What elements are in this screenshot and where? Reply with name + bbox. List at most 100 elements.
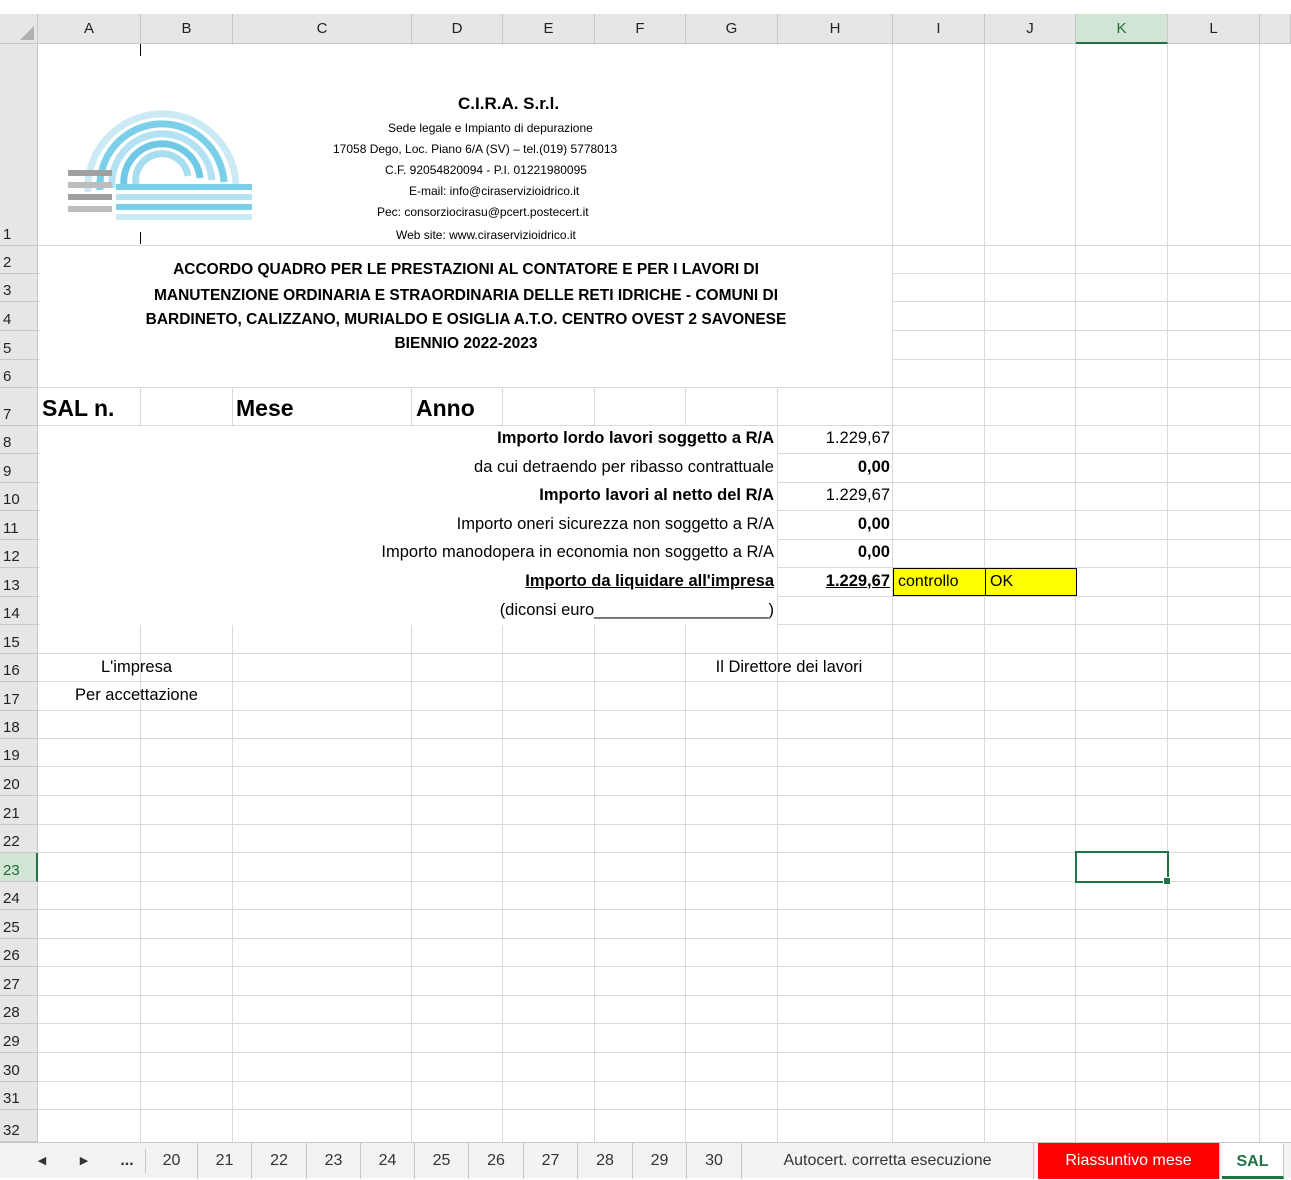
row-header-26[interactable]: 26 xyxy=(0,939,38,967)
row-header-6[interactable]: 6 xyxy=(0,360,38,388)
sheet-tab-23[interactable]: 23 xyxy=(307,1143,361,1179)
row-header-24[interactable]: 24 xyxy=(0,882,38,910)
company-signature-label: L'impresa xyxy=(100,658,172,676)
grid-line-horizontal xyxy=(38,1109,1291,1110)
sheet-tab-22[interactable]: 22 xyxy=(252,1143,307,1179)
row-header-25[interactable]: 25 xyxy=(0,910,38,939)
grid-line-vertical xyxy=(1167,44,1168,1142)
spreadsheet-grid[interactable]: C.I.R.A. S.r.l. Sede legale e Impianto d… xyxy=(0,0,1291,1142)
row-header-1[interactable]: 1 xyxy=(0,44,38,246)
row-header-23[interactable]: 23 xyxy=(0,853,38,882)
title-line-3: BARDINETO, CALIZZANO, MURIALDO E OSIGLIA… xyxy=(145,311,787,328)
row-header-17[interactable]: 17 xyxy=(0,682,38,711)
row-header-19[interactable]: 19 xyxy=(0,739,38,767)
column-header-d[interactable]: D xyxy=(412,14,503,44)
acceptance-label: Per accettazione xyxy=(75,686,198,704)
column-header-f[interactable]: F xyxy=(595,14,686,44)
grid-line-horizontal xyxy=(38,710,1291,711)
grid-line-horizontal xyxy=(38,738,1291,739)
sheet-tab-24[interactable]: 24 xyxy=(361,1143,415,1179)
selected-cell-k23[interactable] xyxy=(1075,851,1171,885)
sheet-tab-21[interactable]: 21 xyxy=(198,1143,252,1179)
select-all-corner[interactable] xyxy=(0,14,38,44)
company-tax-ids: C.F. 92054820094 - P.I. 01221980095 xyxy=(385,163,587,177)
discount-label: da cui detraendo per ribasso contrattual… xyxy=(474,458,774,476)
grid-line-horizontal xyxy=(38,966,1291,967)
company-address-line1: Sede legale e Impianto di depurazione xyxy=(388,121,593,135)
row-header-14[interactable]: 14 xyxy=(0,597,38,625)
grid-line-horizontal xyxy=(38,909,1291,910)
more-tabs-button[interactable]: ... xyxy=(112,1143,142,1179)
fill-handle[interactable] xyxy=(1163,877,1171,885)
row-header-31[interactable]: 31 xyxy=(0,1082,38,1110)
column-header-j[interactable]: J xyxy=(985,14,1076,44)
row-header-30[interactable]: 30 xyxy=(0,1053,38,1082)
sheet-tab-autocert[interactable]: Autocert. corretta esecuzione xyxy=(742,1143,1034,1179)
row-header-11[interactable]: 11 xyxy=(0,511,38,540)
labour-costs-value: 0,00 xyxy=(857,543,890,561)
company-website: Web site: www.ciraservizioidrico.it xyxy=(396,228,576,242)
sheet-tab-riassuntivo-mese[interactable]: Riassuntivo mese xyxy=(1038,1143,1220,1179)
sheet-tab-20[interactable]: 20 xyxy=(146,1143,198,1179)
column-header-c[interactable]: C xyxy=(233,14,412,44)
check-value-cell[interactable]: OK xyxy=(985,568,1077,596)
company-pec: Pec: consorziocirasu@pcert.postecert.it xyxy=(377,205,589,219)
title-line-4: BIENNIO 2022-2023 xyxy=(394,335,538,352)
grid-line-vertical xyxy=(1259,44,1260,1142)
column-header-k[interactable]: K xyxy=(1076,14,1168,44)
sal-number-label: SAL n. xyxy=(42,395,115,421)
row-header-2[interactable]: 2 xyxy=(0,246,38,274)
row-header-32[interactable]: 32 xyxy=(0,1110,38,1142)
column-header-l[interactable]: L xyxy=(1168,14,1260,44)
row-header-22[interactable]: 22 xyxy=(0,825,38,853)
row-header-16[interactable]: 16 xyxy=(0,654,38,682)
row-header-7[interactable]: 7 xyxy=(0,388,38,426)
company-email: E-mail: info@ciraservizioidrico.it xyxy=(409,184,580,198)
works-director-label: Il Direttore dei lavori xyxy=(715,658,863,676)
column-header-overflow xyxy=(1260,14,1291,44)
sheet-tab-28[interactable]: 28 xyxy=(578,1143,633,1179)
month-label: Mese xyxy=(236,395,294,421)
column-marker-bottom xyxy=(140,232,141,244)
row-header-29[interactable]: 29 xyxy=(0,1024,38,1053)
column-header-h[interactable]: H xyxy=(778,14,893,44)
sheet-tab-29[interactable]: 29 xyxy=(633,1143,687,1179)
column-header-e[interactable]: E xyxy=(503,14,595,44)
column-marker-top xyxy=(140,44,141,56)
row-header-18[interactable]: 18 xyxy=(0,711,38,739)
grid-line-horizontal xyxy=(38,1081,1291,1082)
company-name: C.I.R.A. S.r.l. xyxy=(458,94,560,113)
column-header-a[interactable]: A xyxy=(38,14,141,44)
safety-costs-label: Importo oneri sicurezza non soggetto a R… xyxy=(456,515,774,533)
sheet-tab-25[interactable]: 25 xyxy=(415,1143,469,1179)
sheet-tab-26[interactable]: 26 xyxy=(469,1143,524,1179)
row-header-9[interactable]: 9 xyxy=(0,454,38,483)
row-header-15[interactable]: 15 xyxy=(0,625,38,654)
sheet-tab-30[interactable]: 30 xyxy=(687,1143,742,1179)
row-header-27[interactable]: 27 xyxy=(0,967,38,996)
row-header-12[interactable]: 12 xyxy=(0,540,38,568)
row-header-5[interactable]: 5 xyxy=(0,331,38,360)
row-header-28[interactable]: 28 xyxy=(0,996,38,1024)
sheet-tab-sal[interactable]: SAL xyxy=(1222,1143,1284,1179)
row-header-8[interactable]: 8 xyxy=(0,426,38,454)
row-header-13[interactable]: 13 xyxy=(0,568,38,597)
column-header-i[interactable]: I xyxy=(893,14,985,44)
scroll-tabs-left-icon[interactable]: ◀ xyxy=(30,1143,54,1179)
discount-value: 0,00 xyxy=(857,458,890,476)
sheet-tab-27[interactable]: 27 xyxy=(524,1143,578,1179)
net-amount-value: 1.229,67 xyxy=(825,486,890,504)
scroll-tabs-right-icon[interactable]: ▶ xyxy=(72,1143,96,1179)
column-header-b[interactable]: B xyxy=(141,14,233,44)
row-header-10[interactable]: 10 xyxy=(0,483,38,511)
row-header-4[interactable]: 4 xyxy=(0,302,38,331)
sheet-tab-bar: ◀ ▶ ... 20 21 22 23 24 25 26 27 28 29 30… xyxy=(0,1142,1291,1179)
check-label-cell[interactable]: controllo xyxy=(893,568,986,596)
row-header-20[interactable]: 20 xyxy=(0,767,38,796)
grid-line-horizontal xyxy=(38,995,1291,996)
row-header-3[interactable]: 3 xyxy=(0,274,38,302)
column-header-g[interactable]: G xyxy=(686,14,778,44)
grid-line-horizontal xyxy=(38,387,1291,388)
row-header-21[interactable]: 21 xyxy=(0,796,38,825)
company-address-line2: 17058 Dego, Loc. Piano 6/A (SV) – tel.(0… xyxy=(333,142,618,156)
